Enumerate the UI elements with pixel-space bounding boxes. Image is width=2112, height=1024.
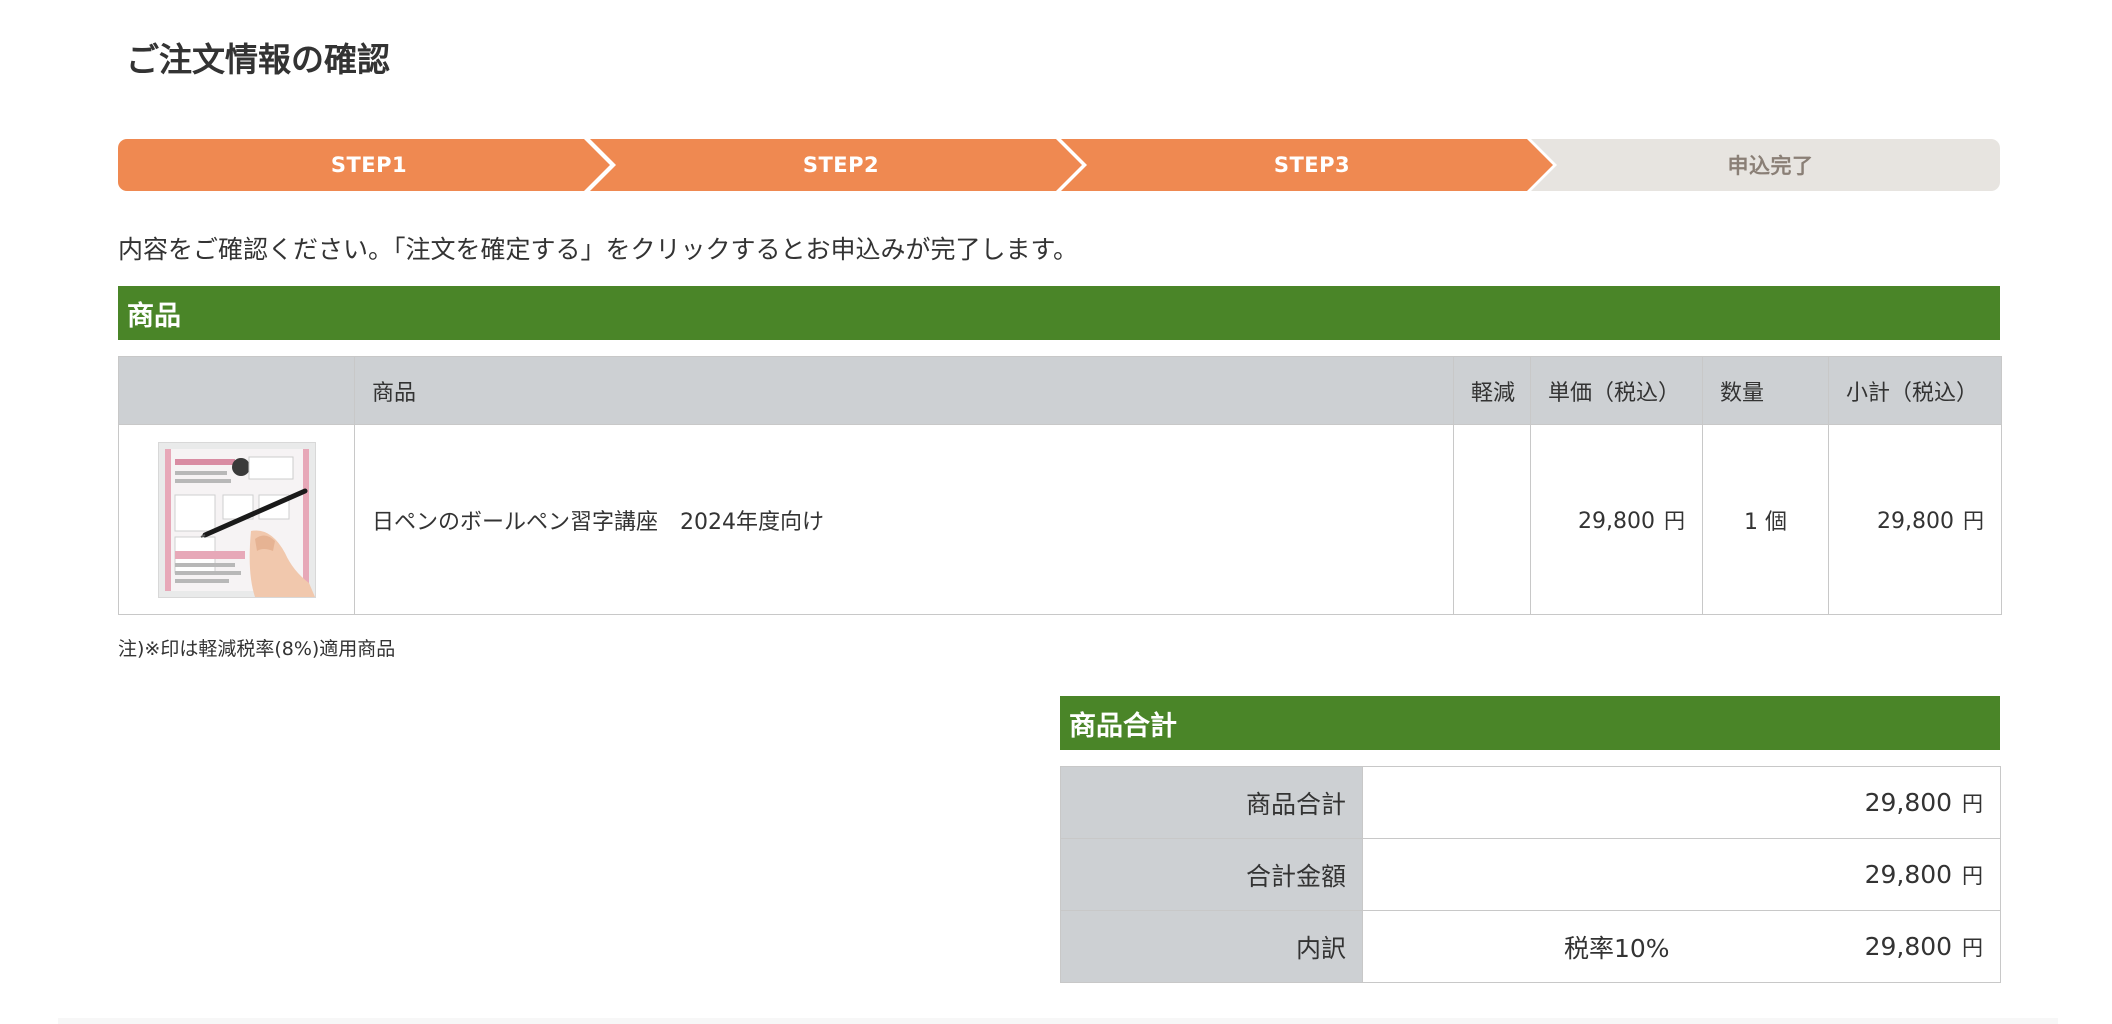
header-subtotal: 小計（税込）	[1828, 356, 2002, 425]
totals-row-product-total: 商品合計 29,800 円	[1060, 766, 2001, 839]
step-2-label: STEP2	[802, 153, 880, 177]
instruction-text: 内容をご確認ください。「注文を確定する」をクリックするとお申込みが完了します。	[118, 235, 1079, 264]
grand-total-currency: 円	[1962, 863, 1983, 888]
checkout-stepper: STEP1 STEP2 STEP3 申込完了	[118, 139, 2000, 191]
step-3: STEP3	[1061, 139, 1553, 191]
breakdown-value-group: 29,800 円	[1865, 932, 1983, 962]
order-confirmation-page: ご注文情報の確認 STEP1 STEP2 STEP3 申込完了 内容をご確認くだ…	[0, 0, 2112, 1024]
product-reduced-mark	[1453, 424, 1531, 615]
step-complete: 申込完了	[1531, 139, 2000, 191]
header-image	[118, 356, 355, 425]
subtotal-currency: 円	[1963, 508, 1984, 533]
products-section-title: 商品	[127, 300, 181, 332]
tax-rate-label: 税率10%	[1564, 933, 1670, 963]
pen-practice-book-photo	[157, 441, 316, 598]
header-unit-price: 単価（税込）	[1530, 356, 1703, 425]
breakdown-currency: 円	[1962, 935, 1983, 960]
grand-total-amount: 29,800 円	[1362, 838, 2001, 911]
product-quantity: 1 個	[1702, 424, 1829, 615]
products-table: 商品 軽減 単価（税込） 数量 小計（税込） 日ペンのボールペン習字講座 202…	[118, 356, 2002, 615]
product-name: 日ペンのボールペン習字講座 2024年度向け	[354, 424, 1454, 615]
step-3-label: STEP3	[1273, 153, 1351, 177]
product-subtotal: 29,800 円	[1828, 424, 2002, 615]
products-table-header-row: 商品 軽減 単価（税込） 数量 小計（税込）	[118, 356, 2002, 425]
product-total-amount: 29,800 円	[1362, 766, 2001, 839]
breakdown-amount: 税率10% 29,800 円	[1362, 910, 2001, 983]
products-section-header: 商品	[118, 286, 2000, 340]
table-row: 日ペンのボールペン習字講座 2024年度向け 29,800 円 1 個 29,8…	[118, 424, 2002, 615]
grand-total-value: 29,800	[1864, 859, 1953, 889]
unit-price-value: 29,800	[1578, 508, 1655, 534]
product-image-cell	[118, 424, 355, 615]
page-title: ご注文情報の確認	[126, 40, 390, 79]
header-quantity: 数量	[1702, 356, 1829, 425]
totals-row-breakdown: 内訳 税率10% 29,800 円	[1060, 910, 2001, 983]
product-total-label: 商品合計	[1060, 766, 1363, 839]
totals-section-title: 商品合計	[1069, 710, 1177, 742]
totals-section-header: 商品合計	[1060, 696, 2000, 750]
quantity-value: 1	[1743, 509, 1758, 535]
product-unit-price: 29,800 円	[1530, 424, 1703, 615]
step-1-label: STEP1	[330, 153, 408, 177]
breakdown-label: 内訳	[1060, 910, 1363, 983]
header-reduced: 軽減	[1453, 356, 1531, 425]
product-total-currency: 円	[1962, 791, 1983, 816]
subtotal-value: 29,800	[1877, 508, 1954, 534]
product-thumbnail-image	[158, 442, 315, 597]
product-total-value: 29,800	[1864, 787, 1953, 817]
step-2: STEP2	[590, 139, 1082, 191]
quantity-unit: 個	[1764, 509, 1787, 535]
reduced-tax-note: 注)※印は軽減税率(8%)適用商品	[118, 638, 396, 660]
step-complete-label: 申込完了	[1727, 154, 1814, 178]
breakdown-cell: 税率10% 29,800 円	[1364, 929, 1983, 965]
totals-row-grand-total: 合計金額 29,800 円	[1060, 838, 2001, 911]
header-product: 商品	[354, 356, 1454, 425]
step-1: STEP1	[118, 139, 610, 191]
unit-price-currency: 円	[1664, 508, 1685, 533]
grand-total-label: 合計金額	[1060, 838, 1363, 911]
totals-table: 商品合計 29,800 円 合計金額 29,800 円 内訳 税率10% 29,…	[1060, 766, 2001, 983]
footer-divider	[58, 1018, 2058, 1024]
breakdown-value: 29,800	[1864, 931, 1953, 961]
